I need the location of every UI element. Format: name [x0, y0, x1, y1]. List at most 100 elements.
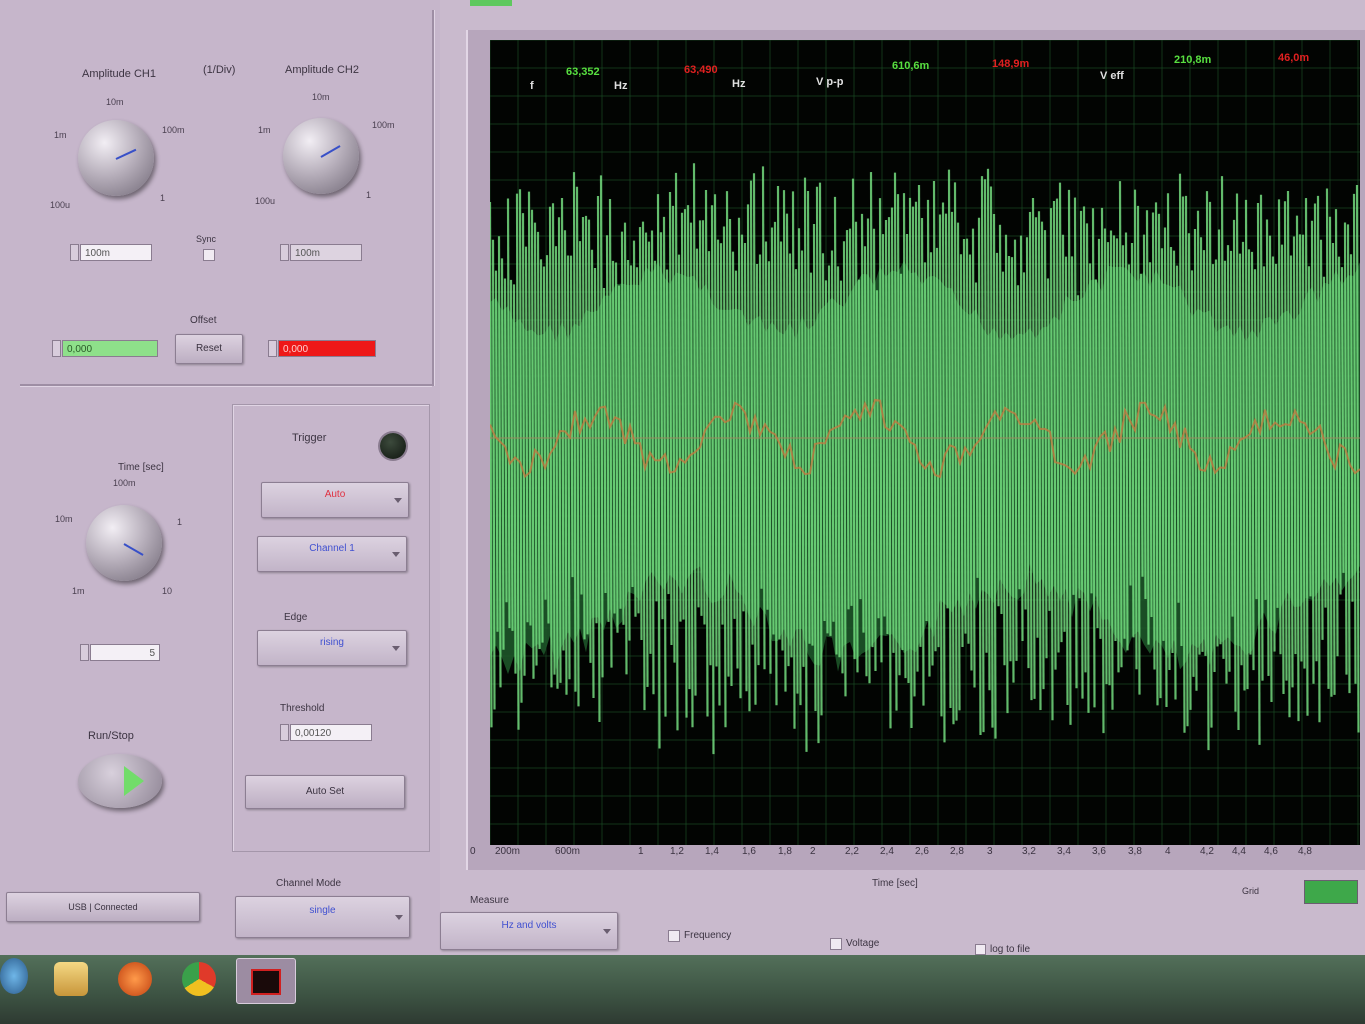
ch1-trace-segment — [689, 222, 694, 728]
ch1-trace-segment — [1085, 223, 1090, 713]
ch2-amplitude-knob[interactable] — [283, 118, 359, 194]
ch1-trace-segment — [1316, 195, 1321, 723]
ch2-amplitude-spinner[interactable] — [280, 244, 289, 261]
threshold-field[interactable]: 0,00120 — [290, 724, 372, 741]
ch1-amplitude-field[interactable]: 100m — [80, 244, 152, 261]
oscilloscope-app-icon[interactable] — [236, 958, 296, 1004]
ch1-trace-segment — [1052, 200, 1057, 670]
ch1-trace-segment — [800, 250, 805, 667]
frequency-checkbox[interactable] — [668, 930, 680, 942]
measure-dropdown[interactable]: Hz and volts — [440, 912, 618, 950]
ch1-trace-segment — [1340, 267, 1345, 573]
ch1-trace-segment — [1142, 234, 1147, 599]
ch1-amplitude-spinner[interactable] — [70, 244, 79, 261]
ch1-trace-segment — [1007, 256, 1012, 662]
ch1-trace-segment — [1187, 233, 1192, 710]
ch1-trace-segment — [773, 221, 778, 706]
time-tick: 10m — [55, 514, 73, 524]
ch1-trace-segment — [938, 214, 943, 717]
voltage-checkbox-label: Voltage — [846, 938, 880, 949]
time-tick: 100m — [113, 478, 136, 488]
sync-checkbox[interactable] — [203, 249, 215, 261]
trigger-source-dropdown[interactable]: Channel 1 — [257, 536, 407, 572]
timebase-spinner[interactable] — [80, 644, 89, 661]
ch1-trace-segment — [1088, 263, 1093, 594]
threshold-spinner[interactable] — [280, 724, 289, 741]
ch1-trace-segment — [578, 241, 583, 595]
ch1-trace-segment — [1058, 182, 1063, 643]
ch1-trace-segment — [566, 255, 571, 680]
reset-offset-button[interactable]: Reset — [175, 334, 243, 364]
ch2-offset-spinner[interactable] — [268, 340, 277, 357]
ch1-trace-segment — [1076, 295, 1081, 599]
ch1-trace-segment — [557, 217, 562, 683]
ch1-trace-segment — [1220, 176, 1225, 659]
ch1-trace-segment — [959, 254, 964, 647]
ch1-trace-segment — [617, 285, 622, 609]
ch1-amplitude-knob[interactable] — [78, 120, 154, 196]
timebase-knob[interactable] — [86, 505, 162, 581]
ch1-trace-segment — [1034, 217, 1039, 638]
ch1-trace-segment — [602, 287, 607, 593]
ch1-trace-segment — [896, 194, 901, 676]
ch1-trace-segment — [1280, 244, 1285, 695]
ch1-trace-segment — [1055, 198, 1060, 653]
x-tick-label: 1,2 — [670, 846, 684, 857]
x-tick-label: 0 — [470, 846, 476, 857]
waveform-plot[interactable] — [490, 40, 1360, 845]
ch1-trace-segment — [776, 185, 781, 640]
ch1-trace-segment — [1232, 219, 1237, 712]
connection-status-button[interactable]: USB | Connected — [6, 892, 200, 922]
ch1-trace-segment — [824, 280, 829, 634]
ch1-trace-segment — [563, 230, 568, 695]
ch1-trace-segment — [1298, 234, 1303, 662]
timebase-field[interactable]: 5 — [90, 644, 160, 661]
auto-set-button[interactable]: Auto Set — [245, 775, 405, 809]
ch1-trace-segment — [947, 169, 952, 708]
ch1-trace-segment — [575, 186, 580, 707]
ch1-trace-segment — [1181, 196, 1186, 733]
grid-color-swatch[interactable] — [1304, 880, 1358, 904]
ch1-frequency-unit: Hz — [614, 80, 628, 92]
ch1-trace-segment — [548, 206, 553, 688]
ch1-trace-segment — [1289, 255, 1294, 688]
voltage-checkbox[interactable] — [830, 938, 842, 950]
media-player-icon[interactable] — [118, 962, 152, 996]
ch1-offset-field[interactable]: 0,000 — [62, 340, 158, 357]
ch1-trace-segment — [500, 258, 505, 650]
ch1-trace-segment — [716, 239, 721, 706]
ch1-trace-segment — [857, 279, 862, 600]
channel-mode-dropdown[interactable]: single — [235, 896, 410, 938]
channel-mode-value: single — [309, 905, 336, 916]
ch1-trace-segment — [1238, 253, 1243, 666]
ch1-trace-segment — [611, 260, 616, 614]
ch1-trace-segment — [941, 202, 946, 743]
ch1-trace-segment — [632, 240, 637, 617]
edge-dropdown[interactable]: rising — [257, 630, 407, 666]
ch1-trace-segment — [992, 213, 997, 739]
ch1-trace-segment — [1229, 250, 1234, 617]
run-stop-button[interactable] — [78, 754, 162, 808]
ch1-trace-segment — [923, 262, 928, 622]
start-button-icon[interactable] — [0, 958, 28, 994]
ch2-amplitude-field[interactable]: 100m — [290, 244, 362, 261]
chrome-icon[interactable] — [182, 962, 216, 996]
ch1-offset-spinner[interactable] — [52, 340, 61, 357]
ch2-frequency-unit: Hz — [732, 78, 746, 90]
time-tick: 1m — [72, 586, 85, 596]
x-tick-label: 3,2 — [1022, 846, 1036, 857]
measure-value: Hz and volts — [501, 920, 557, 931]
ch1-trace-segment — [842, 241, 847, 697]
ch1-trace-segment — [647, 241, 652, 654]
folder-icon[interactable] — [54, 962, 88, 996]
trigger-mode-dropdown[interactable]: Auto — [261, 482, 409, 518]
log-to-file-checkbox[interactable] — [975, 944, 986, 955]
ch1-trace-segment — [1205, 191, 1210, 751]
ch1-trace-segment — [1271, 256, 1276, 652]
ch1-trace-segment — [1031, 198, 1036, 699]
ch1-trace-segment — [977, 217, 982, 735]
ch1-trace-segment — [623, 222, 628, 675]
ch1-trace-segment — [743, 242, 748, 692]
ch2-offset-field[interactable]: 0,000 — [278, 340, 376, 357]
ch1-trace-segment — [1235, 193, 1240, 731]
